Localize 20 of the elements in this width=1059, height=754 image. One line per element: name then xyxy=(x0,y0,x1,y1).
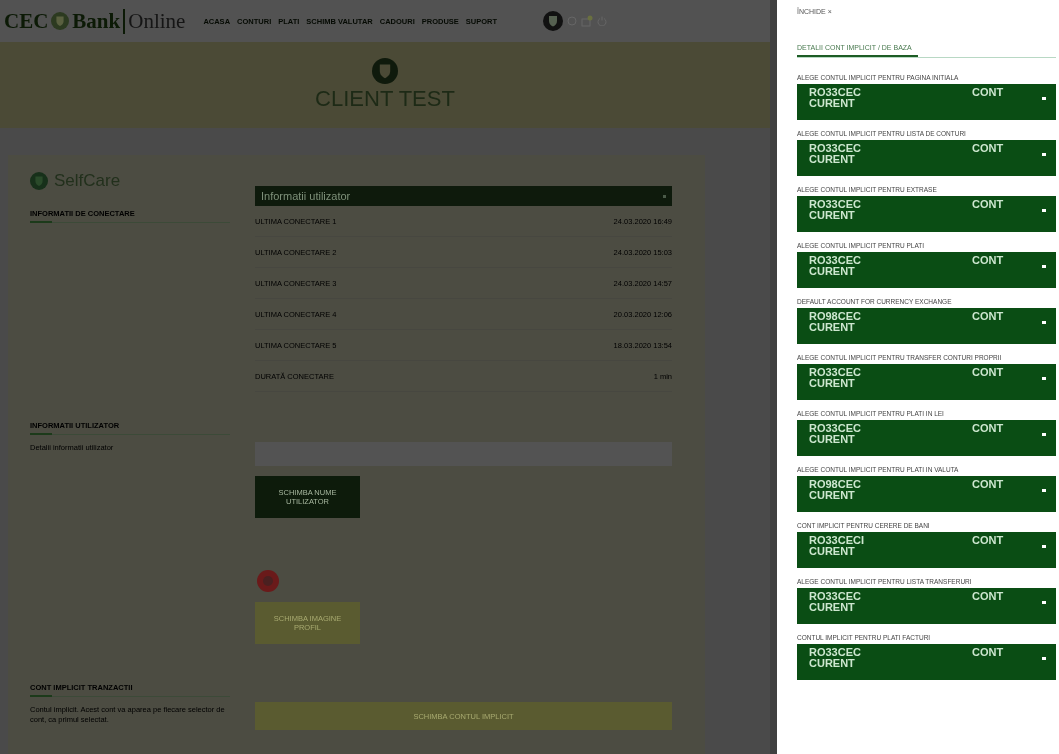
account-select[interactable]: RO33CEC CURENT CONT xyxy=(797,644,1056,680)
account-select[interactable]: RO33CEC CURENT CONT xyxy=(797,588,1056,624)
avatar-icon xyxy=(543,11,564,31)
logo-text: Online xyxy=(123,8,186,34)
account-select[interactable]: RO33CEC CURENT CONT xyxy=(797,84,1056,120)
account-select[interactable]: RO33CEC CURENT CONT xyxy=(797,252,1056,288)
selfcare-icon xyxy=(30,172,48,190)
client-shield-icon xyxy=(372,58,398,84)
account-select[interactable]: RO33CEC CURENT CONT xyxy=(797,420,1056,456)
account-select[interactable]: RO33CEC CURENT CONT xyxy=(797,196,1056,232)
account-select[interactable]: RO33CECI CURENT CONT xyxy=(797,532,1056,568)
logo-shield-icon xyxy=(51,12,70,30)
info-dropdown[interactable]: Informatii utilizator xyxy=(255,186,672,206)
account-select[interactable]: RO33CEC CURENT CONT xyxy=(797,140,1056,176)
account-select[interactable]: RO33CEC CURENT CONT xyxy=(797,364,1056,400)
account-select[interactable]: RO98CEC CURENT CONT xyxy=(797,476,1056,512)
logo-text: CEC xyxy=(4,8,49,34)
logo-text: Bank xyxy=(72,8,121,34)
profile-image-icon xyxy=(257,570,279,592)
account-select[interactable]: RO98CEC CURENT CONT xyxy=(797,308,1056,344)
